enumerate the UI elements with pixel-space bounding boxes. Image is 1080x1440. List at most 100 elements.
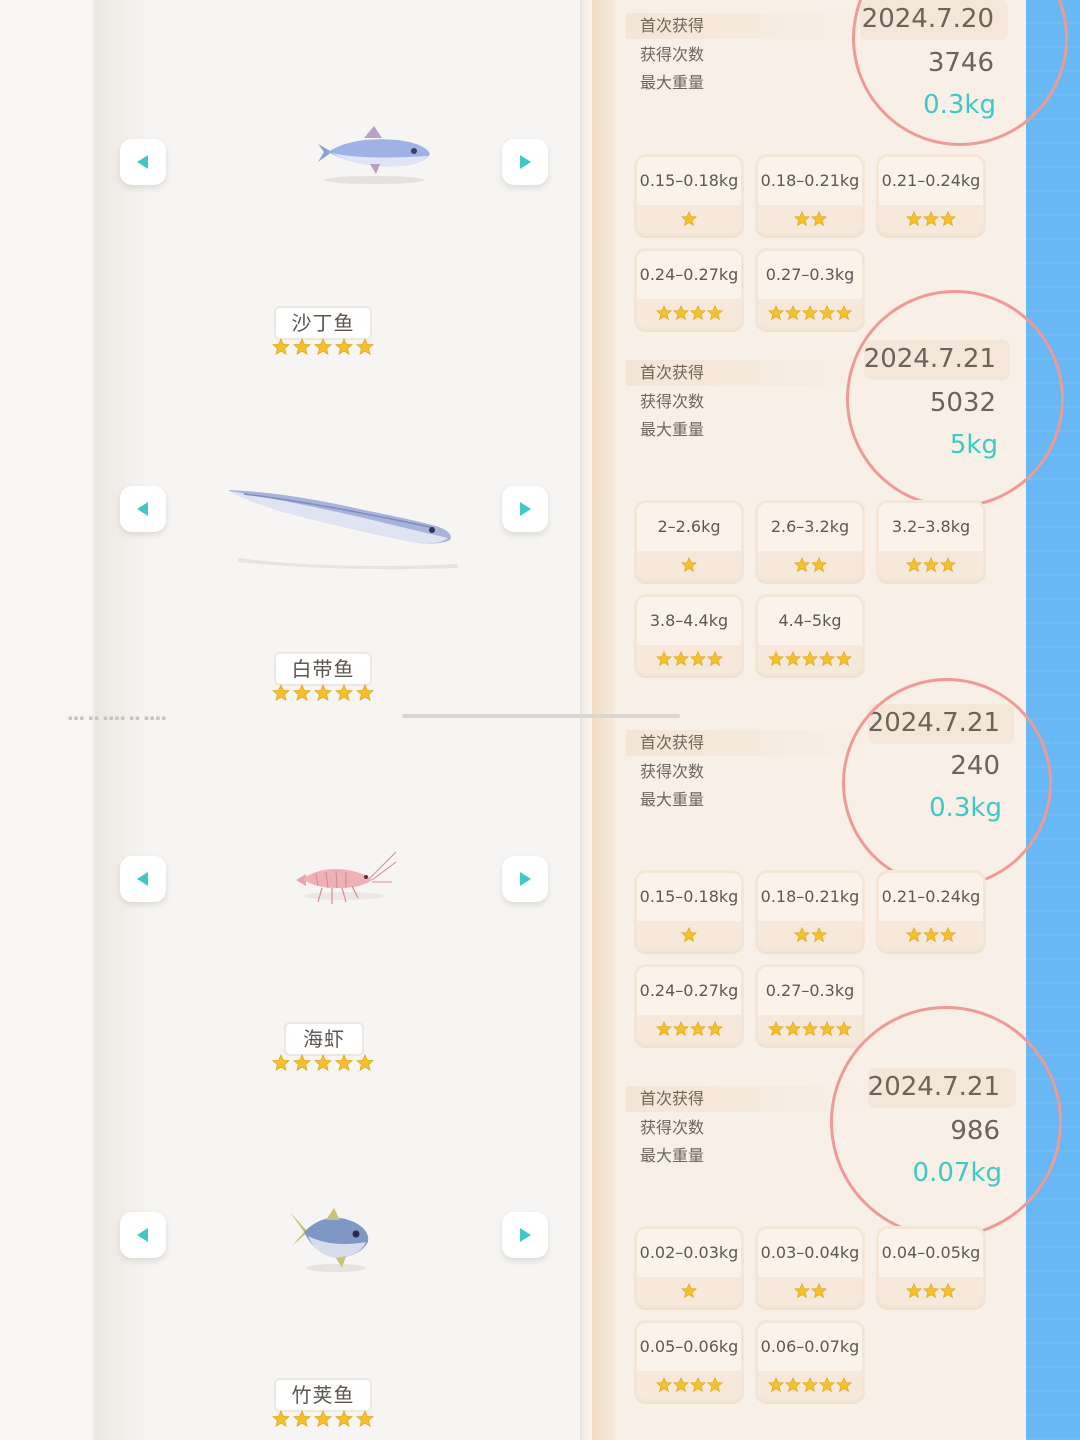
max-weight-label: 最大重量 [640,73,705,92]
star-icon [785,1377,801,1393]
prev-fish-button[interactable] [120,139,166,185]
triangle-left-icon [137,502,148,516]
weight-tier-card: 4.4–5kg [755,594,865,676]
weight-range: 3.2–3.8kg [891,517,971,536]
ribbonfish-icon [228,490,458,570]
star-icon [768,651,784,667]
star-icon [335,684,353,701]
max-weight-label: 最大重量 [640,1146,705,1165]
star-icon [681,1283,697,1299]
star-icon [672,305,689,321]
triangle-left-icon [137,1228,148,1242]
star-icon [356,1410,374,1427]
star-icon [940,927,956,943]
star-icon [785,1021,801,1037]
star-icon [706,305,723,321]
next-fish-button[interactable] [502,486,548,532]
weight-range: 0.02–0.03kg [639,1243,739,1262]
star-icon [272,684,290,701]
tier-stars [758,205,862,233]
star-icon [272,1410,290,1427]
weight-range: 4.4–5kg [778,611,842,630]
scroll-indicator[interactable] [402,714,680,718]
weight-range: 0.18–0.21kg [760,171,860,190]
fish-name-label: 竹荚鱼 [274,1378,372,1412]
star-icon [356,1054,374,1071]
next-fish-button[interactable] [502,139,548,185]
weight-tier-card: 0.21–0.24kg [876,154,986,236]
fish-name-label: 海虾 [284,1022,364,1056]
next-fish-button[interactable] [502,856,548,902]
highlight-circle [846,290,1064,508]
tier-stars [637,645,741,673]
next-fish-button[interactable] [502,1212,548,1258]
weight-tier-card: 0.15–0.18kg [634,154,744,236]
star-icon [802,651,818,667]
prev-fish-button[interactable] [120,486,166,532]
tier-stars [879,1277,983,1305]
tier-stars [637,921,741,949]
star-icon [810,1283,827,1299]
star-icon [906,211,922,227]
weight-tier-card: 2–2.6kg [634,500,744,582]
star-icon [655,651,672,667]
tier-stars [758,299,862,327]
star-icon [940,1283,956,1299]
star-icon [793,211,810,227]
star-icon [335,1410,353,1427]
weight-range: 0.24–0.27kg [639,981,739,1000]
weight-range: 0.27–0.3kg [765,981,855,1000]
tier-stars [758,645,862,673]
star-icon [836,1377,852,1393]
weight-tier-card: 0.24–0.27kg [634,964,744,1046]
triangle-right-icon [520,1228,531,1242]
tier-stars [879,205,983,233]
catch-count-label: 获得次数 [640,762,705,781]
max-weight-label: 最大重量 [640,790,705,809]
star-icon [819,1377,835,1393]
weight-range: 0.18–0.21kg [760,887,860,906]
star-icon [819,1021,835,1037]
max-weight-label: 最大重量 [640,420,705,439]
catch-count-label: 获得次数 [640,1118,705,1137]
star-icon [940,557,956,573]
star-icon [689,305,706,321]
weight-range: 0.04–0.05kg [881,1243,981,1262]
star-icon [706,651,723,667]
shrimp-icon [296,851,397,904]
highlight-circle [842,678,1052,888]
star-icon [810,211,827,227]
star-icon [314,684,332,701]
fish-rarity-stars [272,1410,374,1428]
weight-range: 0.24–0.27kg [639,265,739,284]
weight-tier-card: 0.02–0.03kg [634,1226,744,1308]
weight-range: 0.15–0.18kg [639,887,739,906]
star-icon [706,1377,723,1393]
star-icon [335,1054,353,1071]
star-icon [706,1021,723,1037]
star-icon [672,1377,689,1393]
star-icon [923,927,939,943]
tier-stars [637,551,741,579]
star-icon [681,557,697,573]
star-icon [836,651,852,667]
triangle-right-icon [520,502,531,516]
star-icon [906,1283,922,1299]
weight-tier-card: 3.2–3.8kg [876,500,986,582]
weight-tier-card: 0.06–0.07kg [755,1320,865,1402]
star-icon [689,1021,706,1037]
prev-fish-button[interactable] [120,856,166,902]
weight-range: 0.27–0.3kg [765,265,855,284]
star-icon [335,338,353,355]
tier-stars [637,205,741,233]
star-icon [785,651,801,667]
star-icon [356,684,374,701]
tier-stars [879,921,983,949]
highlight-circle [830,1006,1062,1238]
tier-stars [637,299,741,327]
star-icon [655,1021,672,1037]
star-icon [785,305,801,321]
weight-tier-card: 0.24–0.27kg [634,248,744,330]
sea-edge [1026,0,1080,1440]
prev-fish-button[interactable] [120,1212,166,1258]
